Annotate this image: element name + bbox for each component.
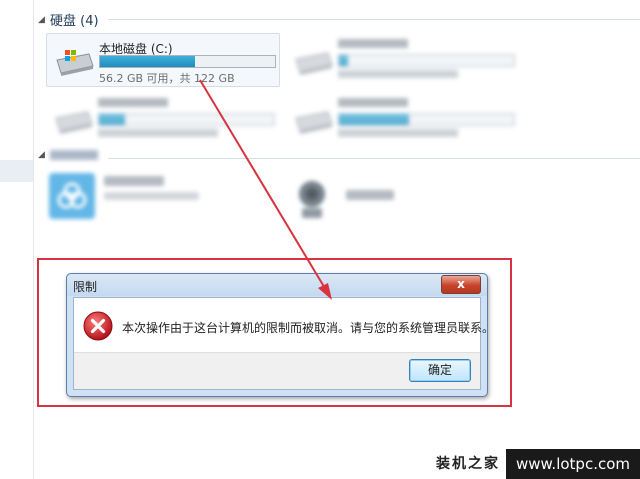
navigation-pane [0,0,34,479]
watermark-url: www.lotpc.com [506,449,640,479]
dialog-titlebar[interactable] [67,274,487,296]
nav-pane-selected-item[interactable] [0,160,33,182]
drive-c[interactable]: 本地磁盘 (C:) 56.2 GB 可用，共 122 GB [46,33,280,87]
restriction-dialog: 限制 x 本次操作由于这台计算机的限制而被取消。请与您的系统管理员联系。 确定 [66,273,494,397]
cloud-device-name [104,176,164,186]
drive-2-space-info [338,70,458,78]
hard-drive-icon [295,52,333,75]
ok-button[interactable]: 确定 [409,359,471,382]
collapse-chevron-icon[interactable]: ◢ [38,15,50,25]
other-devices-group-header[interactable]: ◢ [38,150,98,160]
collapse-chevron-icon[interactable]: ◢ [38,150,50,160]
watermark-site-name: 装机之家 [430,449,506,479]
error-icon [83,311,113,341]
watermark: 装机之家 www.lotpc.com [430,449,640,479]
hard-drive-icon [295,111,333,134]
dialog-message: 本次操作由于这台计算机的限制而被取消。请与您的系统管理员联系。 [122,321,495,335]
drive-2-name [338,39,408,48]
hard-disk-group-header[interactable]: ◢ 硬盘 (4) [38,10,99,29]
webcam-device[interactable] [290,174,510,228]
drive-4-usage-bar [338,113,515,126]
webcam-device-name [346,190,394,200]
hard-drive-icon [56,50,94,76]
webcam-icon [299,181,325,218]
drive-2-usage-bar [338,54,515,67]
drive-2[interactable] [286,33,518,85]
drive-3[interactable] [46,92,278,144]
drive-c-space-info: 56.2 GB 可用，共 122 GB [99,72,235,85]
cloud-app-icon [49,173,95,219]
drive-3-usage-bar [98,113,275,126]
dialog-title: 限制 [73,280,98,294]
drive-c-usage-bar [99,55,276,68]
group-divider [108,158,640,159]
other-devices-group-title [50,150,98,160]
group-divider [108,19,640,20]
hard-disk-group-title: 硬盘 (4) [50,14,99,29]
dialog-footer: 确定 [74,352,480,389]
drive-3-name [98,98,168,107]
drive-4-space-info [338,129,458,137]
dialog-client-area: 本次操作由于这台计算机的限制而被取消。请与您的系统管理员联系。 确定 [73,297,494,390]
drive-4[interactable] [286,92,518,144]
drive-3-space-info [98,129,218,137]
hard-drive-icon [55,111,93,134]
cloud-device-info [104,192,199,200]
close-button[interactable]: x [441,275,481,294]
drive-4-name [338,98,408,107]
cloud-device[interactable] [48,172,268,226]
